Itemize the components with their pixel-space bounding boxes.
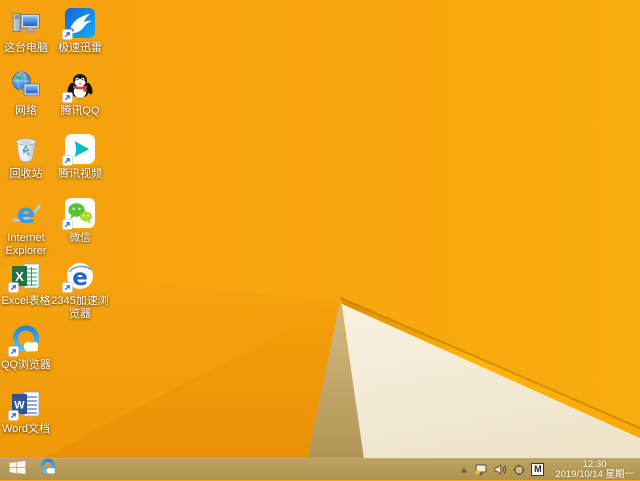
shortcut-arrow-icon (62, 155, 73, 166)
network-globe-icon (10, 70, 42, 102)
shortcut-arrow-icon (62, 282, 73, 293)
this-pc-icon (10, 7, 42, 39)
qq-browser-icon (8, 324, 42, 357)
shortcut-arrow-icon (62, 29, 73, 40)
svg-text:e: e (72, 265, 88, 291)
desktop-icon-tencent-qq[interactable]: 腾讯QQ (50, 70, 110, 118)
chevron-up-icon (460, 467, 468, 472)
icon-label: 极速迅雷 (58, 42, 102, 54)
desktop-icon-tencent-video[interactable]: 腾讯视频 (50, 133, 110, 181)
desktop-icon-this-pc[interactable]: 这台电脑 (0, 7, 56, 55)
icon-label: Excel表格 (1, 295, 51, 307)
wechat-icon (62, 197, 96, 230)
icon-label: Word文档 (1, 423, 51, 435)
taskbar: M 12:30 2019/10/14 星期一 (0, 458, 640, 480)
desktop: 这台电脑 极速迅雷 网络 腾讯QQ 回收站 腾讯视频 e Internet Ex… (0, 0, 640, 458)
icon-label: 微信 (69, 232, 91, 244)
shortcut-arrow-icon (8, 282, 19, 293)
icon-label: 2345加速浏览器 (51, 295, 109, 320)
xunlei-bird-icon (62, 7, 96, 40)
qq-penguin-icon (62, 70, 96, 103)
internet-explorer-icon: e (10, 197, 42, 229)
ime-language-badge: M (531, 463, 545, 476)
desktop-icon-word[interactable]: W Word文档 (0, 388, 56, 436)
windows-logo-icon (9, 460, 26, 479)
desktop-icon-qq-browser[interactable]: QQ浏览器 (0, 324, 56, 372)
desktop-icon-wechat[interactable]: 微信 (50, 197, 110, 245)
icon-label: 腾讯QQ (60, 105, 100, 117)
desktop-icon-recycle-bin[interactable]: 回收站 (0, 133, 56, 181)
desktop-icon-excel[interactable]: X Excel表格 (0, 260, 56, 308)
shortcut-arrow-icon (62, 219, 73, 230)
tray-crosshair-icon[interactable] (510, 459, 528, 480)
svg-text:e: e (17, 199, 35, 230)
shortcut-arrow-icon (8, 346, 19, 357)
icon-label: 回收站 (9, 168, 43, 180)
clock-date: 2019/10/14 星期一 (555, 468, 634, 480)
desktop-icon-xunlei[interactable]: 极速迅雷 (50, 7, 110, 55)
icon-label: 网络 (15, 105, 37, 117)
tray-volume-icon[interactable] (491, 459, 510, 480)
tray-input-method-indicator[interactable]: M (528, 459, 547, 480)
excel-icon: X (8, 260, 42, 293)
desktop-icon-internet-explorer[interactable]: e Internet Explorer (0, 197, 56, 258)
shortcut-arrow-icon (8, 410, 19, 421)
icon-label: 这台电脑 (4, 42, 48, 54)
recycle-bin-icon (10, 133, 42, 165)
desktop-icon-network[interactable]: 网络 (0, 70, 56, 118)
taskbar-qq-browser-button[interactable] (34, 458, 62, 481)
2345-browser-icon: e (62, 260, 96, 293)
tencent-video-play-icon (62, 133, 96, 166)
tray-show-hidden-icons-button[interactable] (457, 459, 471, 480)
clock-time: 12:30 (582, 458, 607, 470)
icon-label: Internet Explorer (5, 232, 47, 257)
taskbar-clock[interactable]: 12:30 2019/10/14 星期一 (547, 459, 640, 480)
tray-network-icon[interactable] (471, 459, 491, 480)
word-icon: W (8, 388, 42, 421)
icon-label: QQ浏览器 (0, 359, 52, 371)
desktop-icon-2345-browser[interactable]: e 2345加速浏览器 (50, 260, 110, 321)
qq-browser-icon (39, 458, 57, 481)
system-tray: M 12:30 2019/10/14 星期一 (457, 459, 640, 480)
shortcut-arrow-icon (62, 92, 73, 103)
icon-label: 腾讯视频 (58, 168, 102, 180)
start-button[interactable] (0, 459, 34, 480)
